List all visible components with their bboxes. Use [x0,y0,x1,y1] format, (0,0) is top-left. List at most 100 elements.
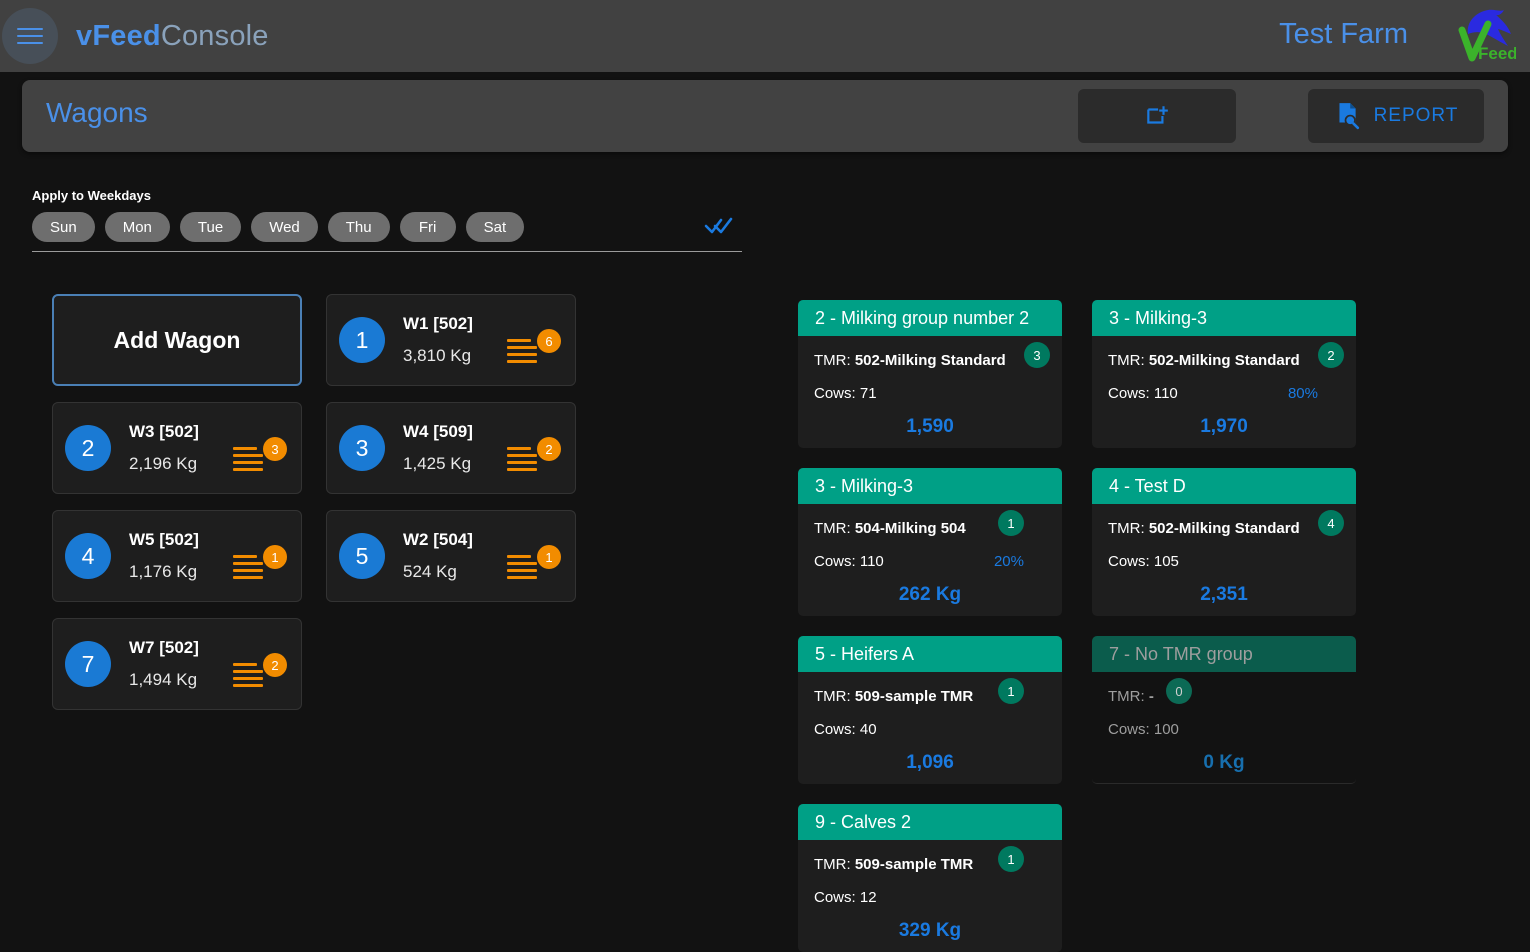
group-tmr: TMR: 502-Milking Standard [814,352,1046,369]
wagon-load-badge: 1 [263,545,287,569]
group-card-header: 9 - Calves 2 [798,804,1062,840]
wagon-load-badge: 2 [263,653,287,677]
weekdays-chip-row: Sun Mon Tue Wed Thu Fri Sat [32,212,742,252]
stacked-layers-icon[interactable]: 6 [507,329,563,369]
cows-label: Cows: [1108,385,1150,402]
app-brand: vFeedConsole [76,20,269,53]
wagon-name: W2 [504] [403,530,473,549]
groups-grid: 2 - Milking group number 2 TMR: 502-Milki… [798,300,1356,952]
weekday-chip-sat[interactable]: Sat [465,212,525,242]
stack-lines [233,447,263,475]
wagon-name: W3 [502] [129,422,199,441]
wagon-number: 3 [339,425,385,471]
group-card[interactable]: 3 - Milking-3 TMR: 504-Milking 504 1 Cows: … [798,468,1062,616]
group-percent: 80% [1287,385,1318,402]
wagon-info: W1 [502] 3,810 Kg [403,314,473,366]
group-wagon-count-badge: 0 [1166,678,1192,704]
tmr-value: 502-Milking Standard [1148,352,1300,369]
wagon-card[interactable]: 1 W1 [502] 3,810 Kg 6 [326,294,576,386]
wagon-info: W3 [502] 2,196 Kg [129,422,199,474]
group-cows: Cows: 110 [1108,385,1178,402]
group-card[interactable]: 9 - Calves 2 TMR: 509-sample TMR 1 Cows: 12… [798,804,1062,952]
wagon-info: W7 [502] 1,494 Kg [129,638,199,690]
wagon-info: W4 [509] 1,425 Kg [403,422,473,474]
tmr-value: - [1148,688,1154,705]
group-total: 1,590 [906,416,954,437]
group-total: 2,351 [1200,584,1248,605]
hamburger-menu-button[interactable] [2,8,58,64]
tmr-value: 502-Milking Standard [854,352,1006,369]
group-wagon-count-badge: 3 [1024,342,1050,368]
group-cows: Cows: 110 [814,553,884,570]
stacked-layers-icon[interactable]: 2 [233,653,289,693]
wagon-number: 2 [65,425,111,471]
wagon-card[interactable]: 7 W7 [502] 1,494 Kg 2 [52,618,302,710]
wagon-load-badge: 1 [537,545,561,569]
wagon-card[interactable]: 2 W3 [502] 2,196 Kg 3 [52,402,302,494]
stacked-layers-icon[interactable]: 3 [233,437,289,477]
wagon-info: W5 [502] 1,176 Kg [129,530,199,582]
cows-value: 71 [859,385,877,402]
weekday-chip-mon[interactable]: Mon [104,212,170,242]
group-card[interactable]: 7 - No TMR group TMR: -0 Cows: 100 0 Kg [1092,636,1356,784]
group-card[interactable]: 2 - Milking group number 2 TMR: 502-Milki… [798,300,1062,448]
group-total: 0 Kg [1203,752,1245,773]
wagon-number: 5 [339,533,385,579]
group-wagon-count-badge: 2 [1318,342,1344,368]
wagon-number: 1 [339,317,385,363]
group-card-body: TMR: 502-Milking Standard 4 Cows: 105 2,351 [1092,504,1356,606]
cows-value: 110 [859,553,884,570]
group-wagon-count-badge: 1 [998,510,1024,536]
cows-label: Cows: [1108,553,1150,570]
group-card[interactable]: 4 - Test D TMR: 502-Milking Standard 4 Cows… [1092,468,1356,616]
group-card[interactable]: 5 - Heifers A TMR: 509-sample TMR 1 Cows: 4… [798,636,1062,784]
group-wagon-count-badge: 1 [998,846,1024,872]
tmr-label: TMR: [814,520,851,537]
group-total: 329 Kg [898,920,962,941]
vfeed-cow-logo: Feed [1458,9,1516,63]
wagon-card[interactable]: 3 W4 [509] 1,425 Kg 2 [326,402,576,494]
group-cows: Cows: 40 [814,721,877,738]
group-card[interactable]: 3 - Milking-3 TMR: 502-Milking Standard 2 C… [1092,300,1356,448]
double-check-icon[interactable] [704,213,734,239]
wagon-name: W7 [502] [129,638,199,657]
stack-lines [507,555,537,583]
add-wagon-toolbar-button[interactable] [1078,89,1236,143]
wagon-card[interactable]: 5 W2 [504] 524 Kg 1 [326,510,576,602]
stacked-layers-icon[interactable]: 2 [507,437,563,477]
report-button[interactable]: REPORT [1308,89,1484,143]
group-cows-row: Cows: 40 [814,721,1046,738]
wagon-number: 4 [65,533,111,579]
wagon-weight: 1,425 Kg [403,454,472,473]
group-cows: Cows: 105 [1108,553,1179,570]
brand-primary: vFeed [76,19,161,52]
group-total: 262 Kg [898,584,962,605]
weekdays-filter: Apply to Weekdays Sun Mon Tue Wed Thu Fri Sat [32,188,742,252]
group-wagon-count-badge: 1 [998,678,1024,704]
tmr-label: TMR: [1108,520,1145,537]
cows-label: Cows: [814,553,856,570]
tmr-label: TMR: [814,856,851,873]
weekday-chip-sun[interactable]: Sun [32,212,95,242]
brand-secondary: Console [160,19,269,52]
stack-lines [233,555,263,583]
weekday-chip-wed[interactable]: Wed [251,212,318,242]
stacked-layers-icon[interactable]: 1 [507,545,563,585]
wagon-name: W1 [502] [403,314,473,333]
weekday-chip-fri[interactable]: Fri [399,212,456,242]
cows-label: Cows: [1108,721,1150,738]
group-card-body: TMR: 509-sample TMR 1 Cows: 12 329 Kg [798,840,1062,942]
wagon-card[interactable]: 4 W5 [502] 1,176 Kg 1 [52,510,302,602]
group-card-body: TMR: 509-sample TMR 1 Cows: 40 1,096 [798,672,1062,774]
weekday-chip-thu[interactable]: Thu [327,212,390,242]
add-wagon-card[interactable]: Add Wagon [52,294,302,386]
weekday-chip-tue[interactable]: Tue [179,212,242,242]
group-cows-row: Cows: 110 20% [814,553,1046,570]
stacked-layers-icon[interactable]: 1 [233,545,289,585]
tmr-label: TMR: [1108,352,1145,369]
group-card-header: 2 - Milking group number 2 [798,300,1062,336]
cows-label: Cows: [814,385,856,402]
group-tmr: TMR: 502-Milking Standard [1108,352,1340,369]
group-cows: Cows: 71 [814,385,877,402]
stack-lines [233,663,263,691]
